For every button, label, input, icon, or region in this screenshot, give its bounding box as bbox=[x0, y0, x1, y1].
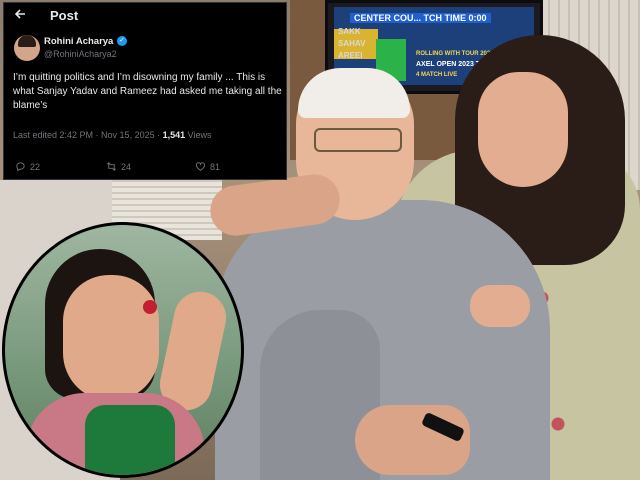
like-button[interactable]: 81 bbox=[195, 161, 220, 172]
tweet-meta: Last edited 2:42 PM · Nov 15, 2025 · 1,5… bbox=[13, 130, 211, 140]
tv-text: SAHAV bbox=[338, 39, 366, 48]
retweet-count: 24 bbox=[121, 161, 132, 172]
glasses bbox=[314, 128, 402, 152]
retweet-icon bbox=[107, 162, 116, 171]
author-handle[interactable]: @RohiniAcharya2 bbox=[44, 49, 117, 59]
raised-hand bbox=[155, 286, 231, 416]
heart-icon bbox=[195, 162, 206, 171]
author-name[interactable]: Rohini Acharya bbox=[44, 36, 113, 47]
tweet-text: I’m quitting politics and I’m disowning … bbox=[13, 72, 282, 111]
tv-text: SAKK bbox=[338, 27, 361, 36]
tv-text: CENTER COU... TCH TIME 0:00 bbox=[350, 13, 491, 23]
page-title: Post bbox=[50, 8, 79, 23]
woman-face bbox=[478, 72, 568, 187]
woman-hand bbox=[470, 285, 530, 327]
reply-button[interactable]: 22 bbox=[15, 161, 40, 172]
woman-face bbox=[63, 275, 159, 401]
tilak-mark bbox=[143, 300, 157, 314]
tv-ticker: 4 MATCH LIVE bbox=[416, 72, 458, 78]
like-count: 81 bbox=[210, 161, 221, 172]
man-hand bbox=[355, 405, 470, 475]
edited-timestamp[interactable]: Last edited 2:42 PM · Nov 15, 2025 · bbox=[13, 130, 163, 140]
reply-count: 22 bbox=[30, 161, 41, 172]
green-scarf bbox=[85, 405, 175, 475]
retweet-button[interactable]: 24 bbox=[106, 161, 131, 172]
tweet-card: Post Rohini Acharya ✓ @RohiniAcharya2 I’… bbox=[3, 2, 287, 180]
inset-photo bbox=[2, 222, 244, 478]
verified-badge-icon: ✓ bbox=[117, 36, 127, 46]
views-label: Views bbox=[185, 130, 212, 140]
arrow-left-icon[interactable] bbox=[14, 7, 26, 23]
tv-text: AREEI bbox=[338, 51, 363, 60]
reply-icon bbox=[16, 162, 25, 172]
views-count: 1,541 bbox=[162, 130, 186, 140]
avatar[interactable] bbox=[14, 35, 40, 61]
